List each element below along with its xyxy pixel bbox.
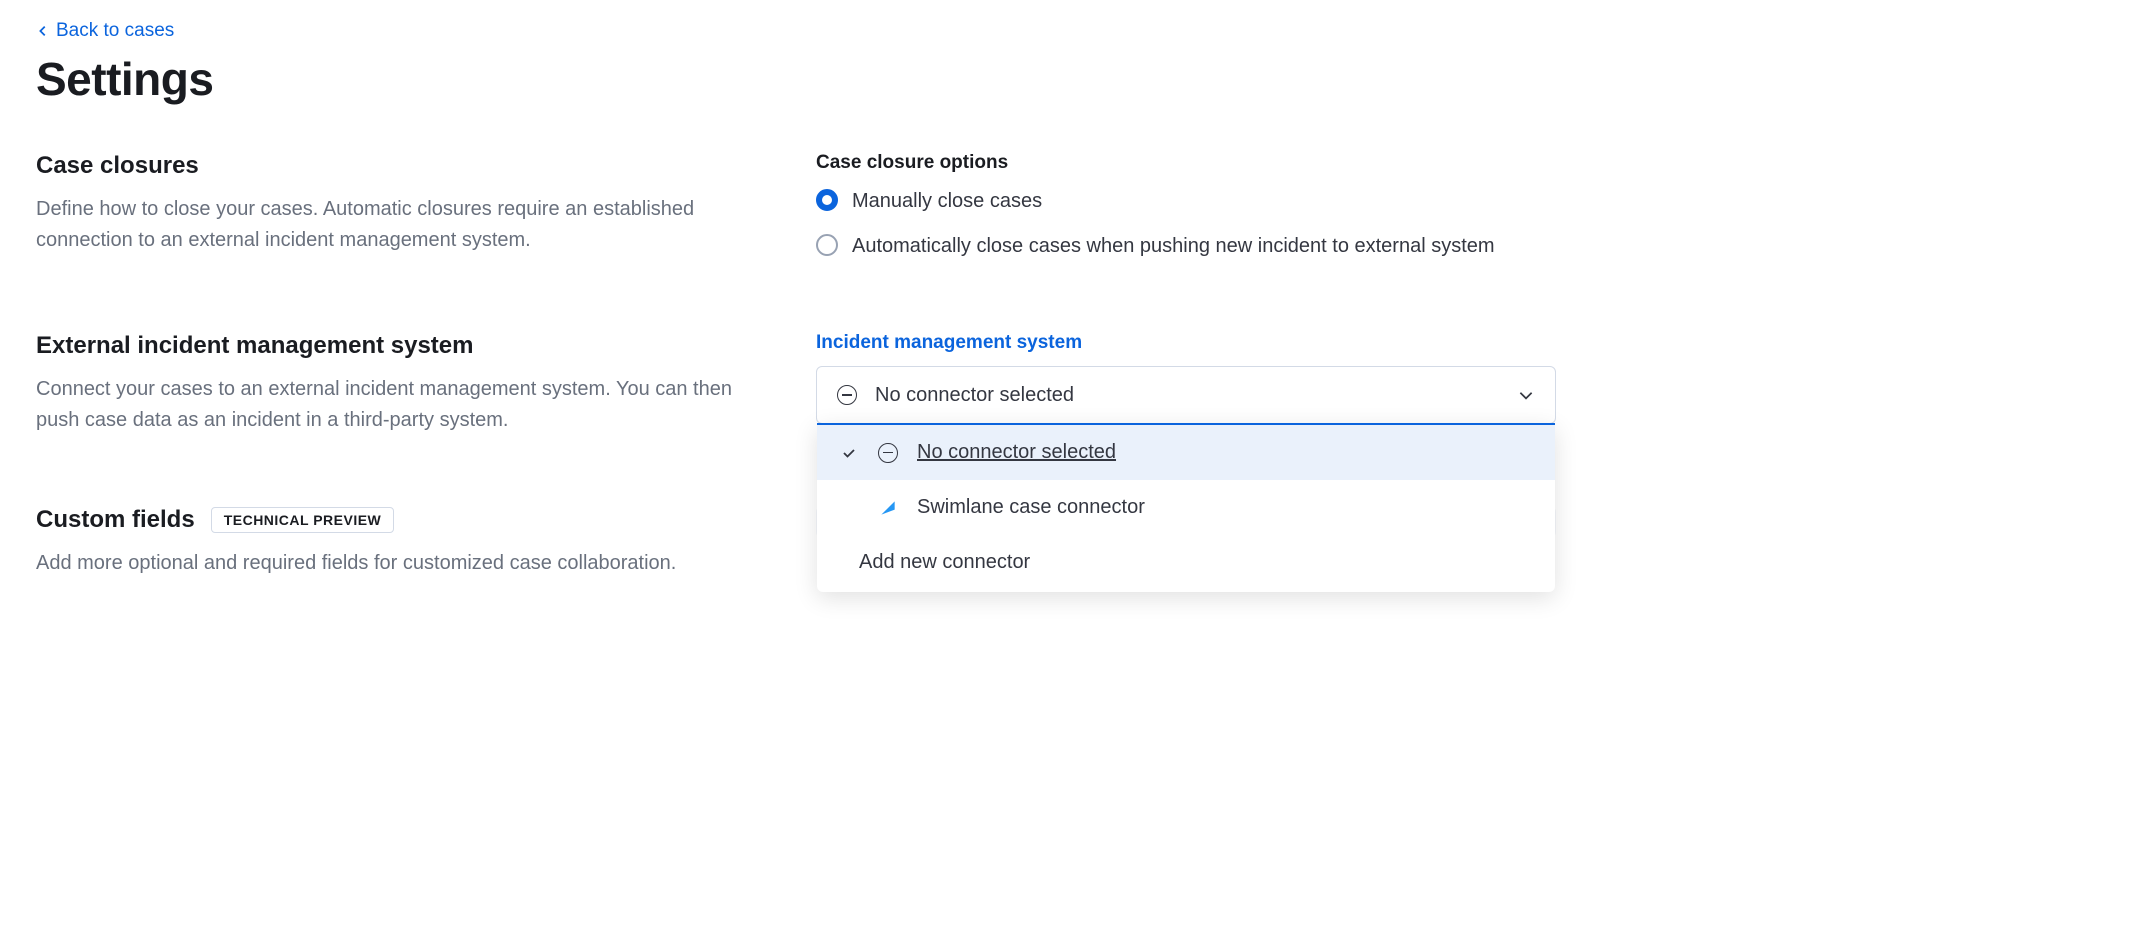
dropdown-swimlane-label: Swimlane case connector — [917, 496, 1145, 519]
page-title: Settings — [36, 52, 2110, 106]
swimlane-icon — [878, 498, 898, 518]
dropdown-item-add-connector[interactable]: Add new connector — [817, 535, 1555, 592]
radio-indicator — [816, 234, 838, 256]
case-closures-section: Case closures Define how to close your c… — [36, 152, 776, 262]
radio-manual-label: Manually close cases — [852, 186, 1042, 217]
custom-fields-heading: Custom fields TECHNICAL PREVIEW — [36, 506, 776, 534]
connector-dropdown: No connector selected Swimlane case conn… — [817, 423, 1555, 592]
external-incident-section: External incident management system Conn… — [36, 332, 776, 436]
dropdown-item-swimlane[interactable]: Swimlane case connector — [817, 480, 1555, 535]
dropdown-item-no-connector[interactable]: No connector selected — [817, 425, 1555, 480]
case-closures-desc: Define how to close your cases. Automati… — [36, 194, 756, 256]
radio-auto-label: Automatically close cases when pushing n… — [852, 231, 1495, 262]
back-to-cases-link[interactable]: Back to cases — [36, 20, 174, 42]
radio-indicator-selected — [816, 189, 838, 211]
incident-system-label: Incident management system — [816, 332, 1556, 354]
connector-select[interactable]: No connector selected No connector selec… — [816, 366, 1556, 424]
custom-fields-section: Custom fields TECHNICAL PREVIEW Add more… — [36, 506, 776, 579]
radio-auto-close[interactable]: Automatically close cases when pushing n… — [816, 231, 1556, 262]
external-heading: External incident management system — [36, 332, 776, 360]
custom-fields-heading-text: Custom fields — [36, 506, 195, 534]
dropdown-no-connector-label: No connector selected — [917, 441, 1116, 464]
radio-manual-close[interactable]: Manually close cases — [816, 186, 1556, 217]
no-connector-icon — [878, 443, 898, 463]
incident-system-column: Incident management system No connector … — [816, 332, 1556, 436]
chevron-down-icon — [1517, 386, 1535, 404]
technical-preview-badge: TECHNICAL PREVIEW — [211, 507, 395, 533]
chevron-left-icon — [36, 24, 50, 38]
case-closures-heading: Case closures — [36, 152, 776, 180]
no-connector-icon — [837, 385, 857, 405]
connector-select-value: No connector selected — [875, 384, 1074, 407]
back-link-label: Back to cases — [56, 20, 174, 42]
dropdown-add-label: Add new connector — [859, 551, 1030, 574]
external-desc: Connect your cases to an external incide… — [36, 374, 756, 436]
closure-options-label: Case closure options — [816, 152, 1556, 174]
check-icon — [841, 445, 857, 461]
case-closure-options: Case closure options Manually close case… — [816, 152, 1556, 262]
custom-fields-desc: Add more optional and required fields fo… — [36, 548, 756, 579]
